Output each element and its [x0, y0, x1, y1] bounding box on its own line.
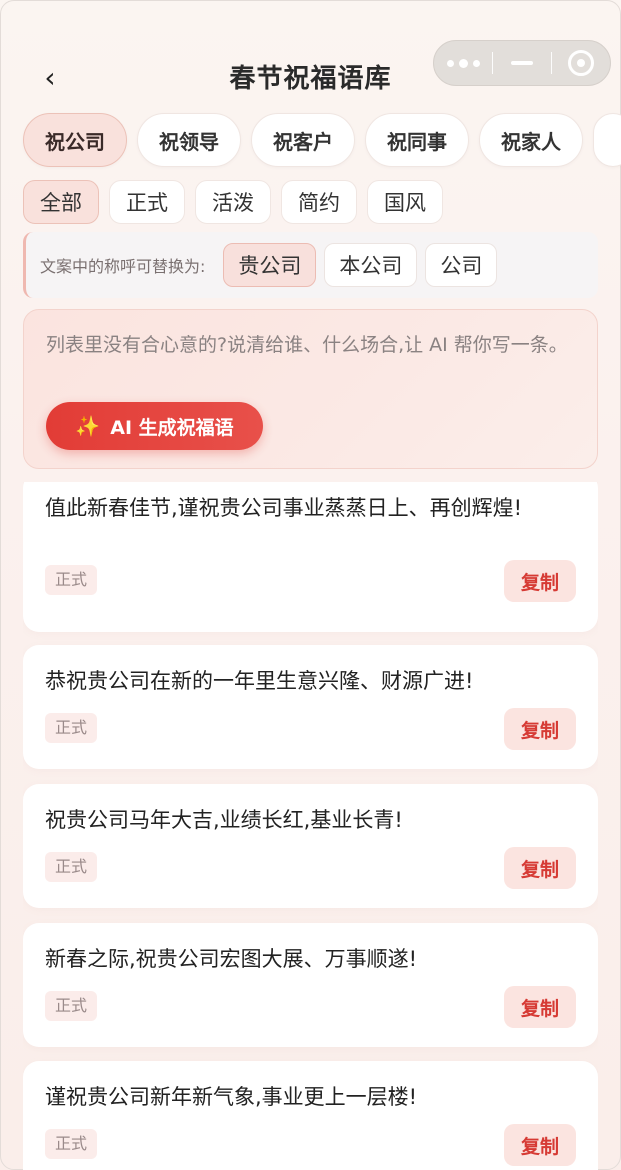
nav-bar: ‹ 春节祝福语库 — [0, 40, 621, 116]
tab-company[interactable]: 祝公司 — [23, 113, 127, 167]
style-filter: 全部 正式 活泼 简约 国风 — [23, 180, 443, 224]
message-text: 新春之际,祝贵公司宏图大展、万事顺遂! — [45, 947, 418, 971]
salutation-option-1[interactable]: 贵公司 — [223, 243, 317, 287]
category-tabs: 祝公司 祝领导 祝客户 祝同事 祝家人 — [23, 113, 621, 167]
copy-button[interactable]: 复制 — [504, 986, 576, 1028]
salutation-option-3[interactable]: 公司 — [425, 243, 498, 287]
style-tag: 正式 — [45, 565, 98, 595]
ai-generate-panel: 列表里没有合心意的?说清给谁、什么场合,让 AI 帮你写一条。 ✨ AI 生成祝… — [23, 309, 598, 469]
message-card: 谨祝贵公司新年新气象,事业更上一层楼! 正式 复制 — [23, 1061, 598, 1170]
filter-lively[interactable]: 活泼 — [195, 180, 271, 224]
copy-button[interactable]: 复制 — [504, 847, 576, 889]
filter-guofeng[interactable]: 国风 — [367, 180, 443, 224]
minimize-button[interactable] — [493, 41, 551, 85]
message-text: 谨祝贵公司新年新气象,事业更上一层楼! — [45, 1085, 418, 1109]
message-card: 新春之际,祝贵公司宏图大展、万事顺遂! 正式 复制 — [23, 923, 598, 1047]
message-text: 恭祝贵公司在新的一年里生意兴隆、财源广进! — [45, 669, 474, 693]
message-card: 恭祝贵公司在新的一年里生意兴隆、财源广进! 正式 复制 — [23, 645, 598, 769]
tab-family[interactable]: 祝家人 — [479, 113, 583, 167]
message-card: 祝贵公司马年大吉,业绩长红,基业长青! 正式 复制 — [23, 784, 598, 908]
more-dots-icon — [446, 58, 480, 68]
message-list: 值此新春佳节,谨祝贵公司事业蒸蒸日上、再创辉煌! 正式 复制 恭祝贵公司在新的一… — [23, 482, 598, 1170]
message-text: 祝贵公司马年大吉,业绩长红,基业长青! — [45, 808, 403, 832]
ai-generate-button[interactable]: ✨ AI 生成祝福语 — [46, 402, 263, 450]
message-card: 值此新春佳节,谨祝贵公司事业蒸蒸日上、再创辉煌! 正式 复制 — [23, 482, 598, 632]
salutation-option-2[interactable]: 本公司 — [324, 243, 418, 287]
copy-button[interactable]: 复制 — [504, 708, 576, 750]
minimize-icon — [511, 61, 533, 65]
message-text: 值此新春佳节,谨祝贵公司事业蒸蒸日上、再创辉煌! — [45, 496, 523, 520]
close-target-icon — [568, 50, 594, 76]
tab-colleague[interactable]: 祝同事 — [365, 113, 469, 167]
filter-formal[interactable]: 正式 — [109, 180, 185, 224]
replace-label: 文案中的称呼可替换为: — [40, 257, 206, 276]
copy-button[interactable]: 复制 — [504, 560, 576, 602]
tab-client[interactable]: 祝客户 — [251, 113, 355, 167]
copy-button[interactable]: 复制 — [504, 1124, 576, 1166]
close-button[interactable] — [552, 41, 610, 85]
tab-more-partial[interactable] — [593, 113, 621, 167]
more-button[interactable] — [434, 41, 492, 85]
filter-all[interactable]: 全部 — [23, 180, 99, 224]
sparkle-icon: ✨ — [75, 414, 101, 438]
salutation-replace-bar: 文案中的称呼可替换为: 贵公司 本公司 公司 — [23, 232, 598, 298]
style-tag: 正式 — [45, 991, 98, 1021]
style-tag: 正式 — [45, 1129, 98, 1159]
filter-simple[interactable]: 简约 — [281, 180, 357, 224]
style-tag: 正式 — [45, 852, 98, 882]
mini-program-capsule — [433, 40, 611, 86]
ai-prompt-text: 列表里没有合心意的?说清给谁、什么场合,让 AI 帮你写一条。 — [46, 334, 568, 356]
style-tag: 正式 — [45, 713, 98, 743]
tab-leader[interactable]: 祝领导 — [137, 113, 241, 167]
ai-generate-label: AI 生成祝福语 — [110, 416, 234, 439]
